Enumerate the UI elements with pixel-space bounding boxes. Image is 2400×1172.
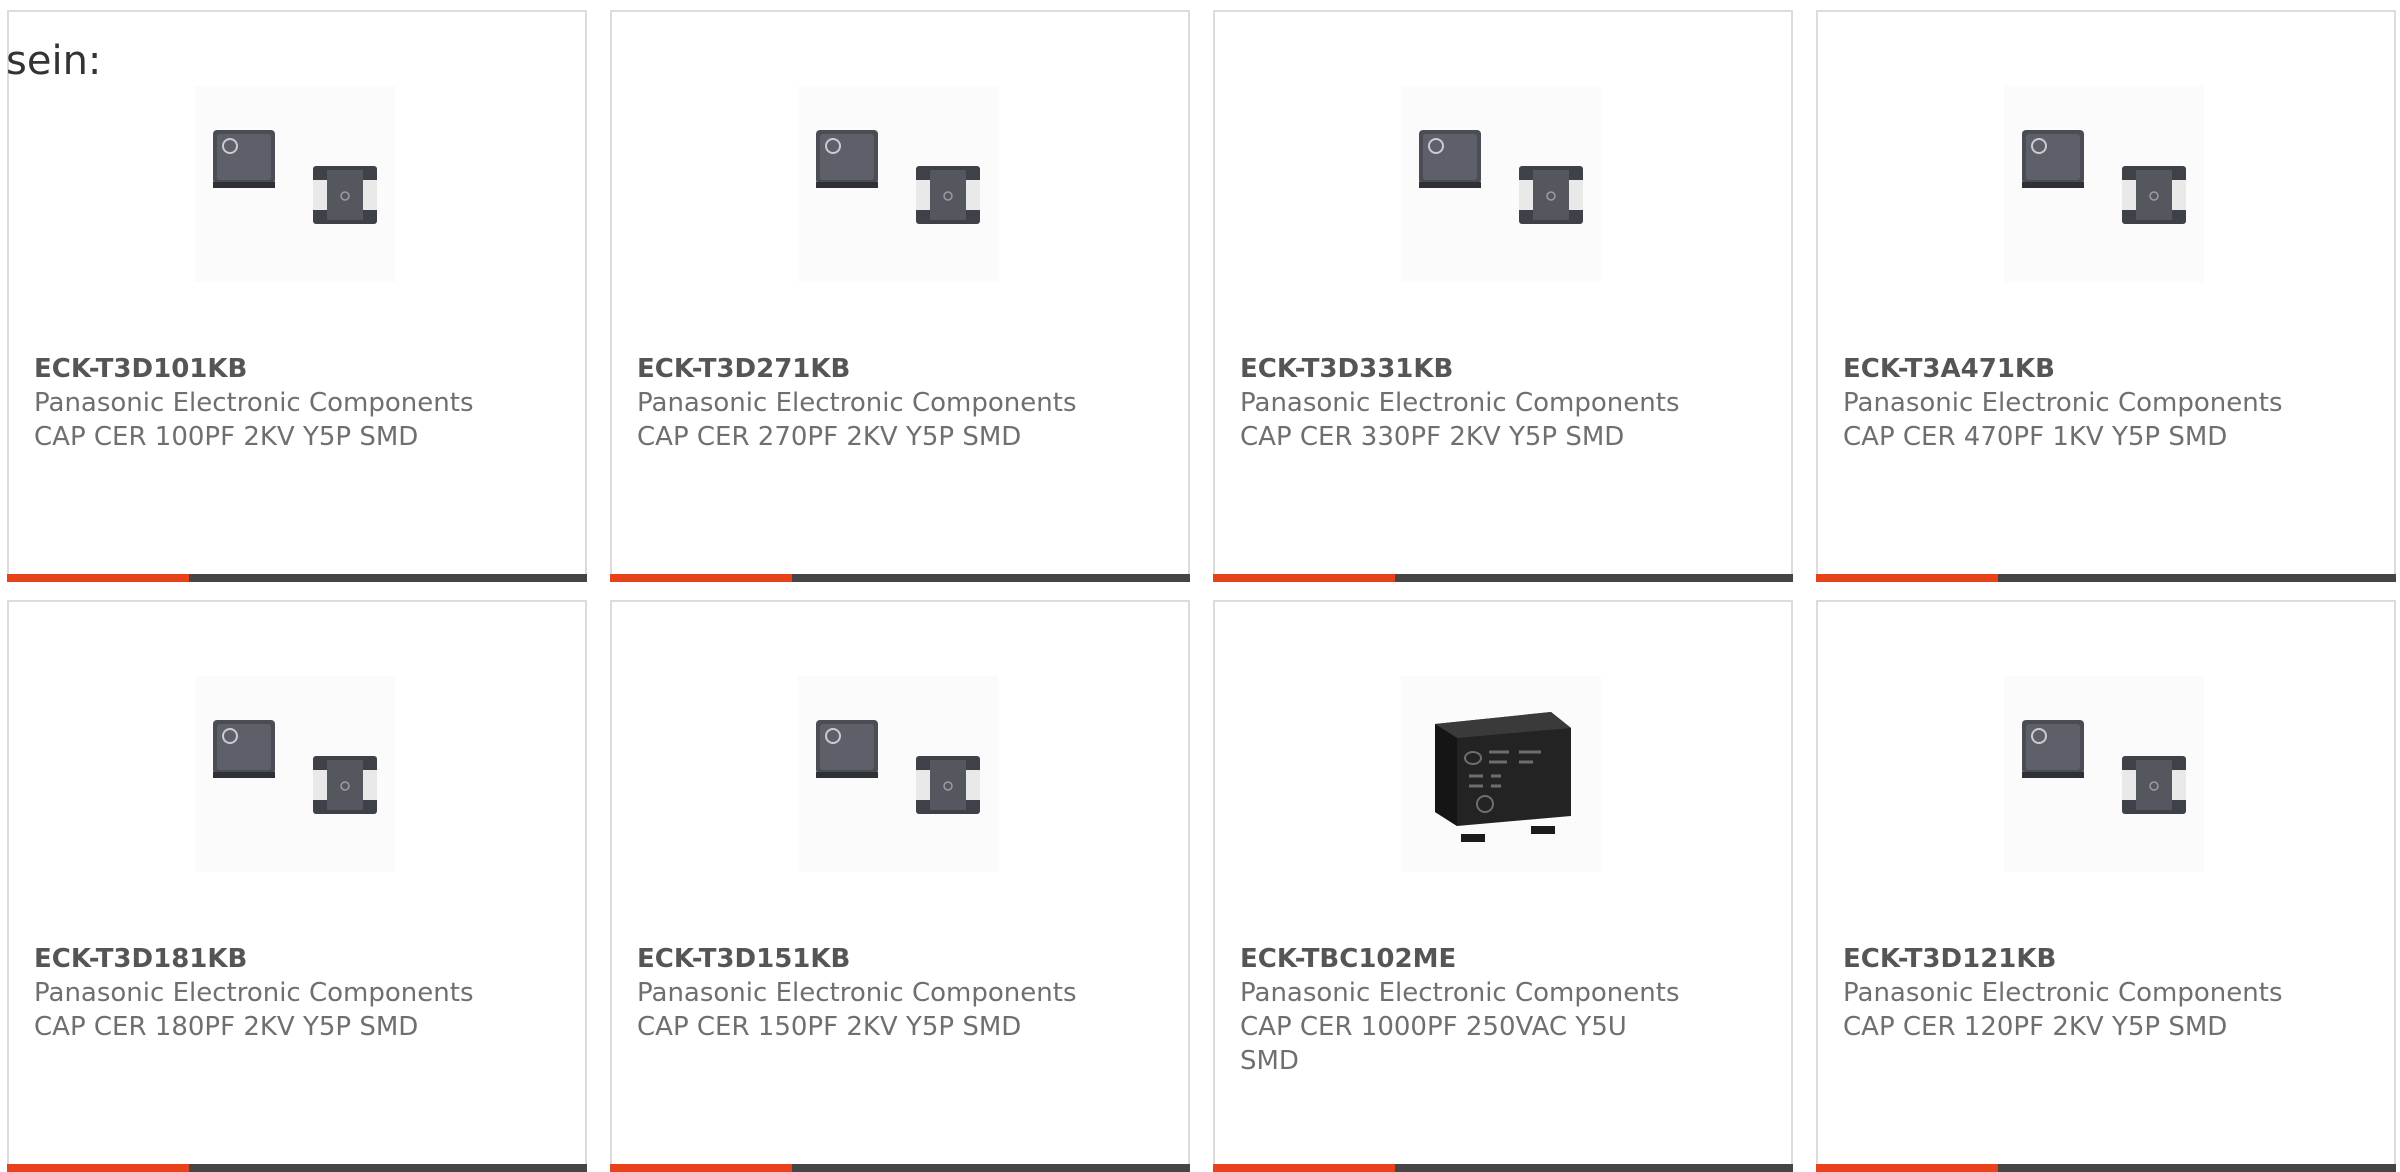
card-footer-bar (1213, 1164, 1793, 1172)
product-image[interactable] (2004, 86, 2204, 282)
capacitor-image-icon (2022, 720, 2186, 814)
card-footer-bar (7, 574, 587, 582)
product-description: CAP CER 330PF 2KV Y5P SMD (1240, 422, 1625, 452)
part-number-link[interactable]: ECK-T3D121KB (1843, 942, 2283, 976)
capacitor-image-icon (1419, 130, 1583, 224)
capacitor-image-icon (2022, 130, 2186, 224)
product-card[interactable]: ECK-T3D151KB Panasonic Electronic Compon… (610, 600, 1190, 1172)
product-description: CAP CER 180PF 2KV Y5P SMD (34, 1012, 419, 1042)
part-number-link[interactable]: ECK-T3D181KB (34, 942, 474, 976)
product-image[interactable] (798, 86, 998, 282)
product-image[interactable] (1401, 86, 1601, 282)
product-description: CAP CER 150PF 2KV Y5P SMD (637, 1012, 1022, 1042)
card-accent-bar (7, 1164, 189, 1172)
capacitor-image-icon (213, 720, 377, 814)
product-description: CAP CER 270PF 2KV Y5P SMD (637, 422, 1022, 452)
card-footer-bar (1816, 574, 2396, 582)
intro-text: sein: (6, 38, 102, 84)
card-footer-bar (7, 1164, 587, 1172)
product-card[interactable]: ECK-T3D101KB Panasonic Electronic Compon… (7, 10, 587, 582)
part-number-link[interactable]: ECK-T3D271KB (637, 352, 1077, 386)
product-image[interactable] (2004, 676, 2204, 872)
manufacturer-name: Panasonic Electronic Components (1240, 978, 1680, 1008)
card-accent-bar (610, 574, 792, 582)
card-accent-bar (1816, 1164, 1998, 1172)
product-description: CAP CER 470PF 1KV Y5P SMD (1843, 422, 2228, 452)
card-footer-bar (1816, 1164, 2396, 1172)
manufacturer-name: Panasonic Electronic Components (637, 388, 1077, 418)
product-grid: ECK-T3D101KB Panasonic Electronic Compon… (7, 10, 2400, 1172)
product-description: CAP CER 1000PF 250VAC Y5U SMD (1240, 1012, 1627, 1076)
card-accent-bar (610, 1164, 792, 1172)
manufacturer-name: Panasonic Electronic Components (34, 978, 474, 1008)
product-card[interactable]: ECK-T3D181KB Panasonic Electronic Compon… (7, 600, 587, 1172)
part-number-link[interactable]: ECK-T3A471KB (1843, 352, 2283, 386)
black-capacitor-image-icon (1435, 712, 1571, 842)
product-description: CAP CER 120PF 2KV Y5P SMD (1843, 1012, 2228, 1042)
capacitor-image-icon (816, 130, 980, 224)
card-footer-bar (610, 574, 1190, 582)
product-card[interactable]: ECK-TBC102ME Panasonic Electronic Compon… (1213, 600, 1793, 1172)
card-accent-bar (1816, 574, 1998, 582)
part-number-link[interactable]: ECK-TBC102ME (1240, 942, 1680, 976)
manufacturer-name: Panasonic Electronic Components (1843, 388, 2283, 418)
product-card[interactable]: ECK-T3D121KB Panasonic Electronic Compon… (1816, 600, 2396, 1172)
card-accent-bar (1213, 1164, 1395, 1172)
part-number-link[interactable]: ECK-T3D101KB (34, 352, 474, 386)
card-footer-bar (610, 1164, 1190, 1172)
card-footer-bar (1213, 574, 1793, 582)
part-number-link[interactable]: ECK-T3D151KB (637, 942, 1077, 976)
product-card[interactable]: ECK-T3D271KB Panasonic Electronic Compon… (610, 10, 1190, 582)
product-image[interactable] (1401, 676, 1601, 872)
manufacturer-name: Panasonic Electronic Components (637, 978, 1077, 1008)
product-image[interactable] (195, 86, 395, 282)
part-number-link[interactable]: ECK-T3D331KB (1240, 352, 1680, 386)
product-image[interactable] (798, 676, 998, 872)
capacitor-image-icon (816, 720, 980, 814)
product-description: CAP CER 100PF 2KV Y5P SMD (34, 422, 419, 452)
card-accent-bar (1213, 574, 1395, 582)
manufacturer-name: Panasonic Electronic Components (34, 388, 474, 418)
capacitor-image-icon (213, 130, 377, 224)
product-card[interactable]: ECK-T3D331KB Panasonic Electronic Compon… (1213, 10, 1793, 582)
card-accent-bar (7, 574, 189, 582)
product-image[interactable] (195, 676, 395, 872)
product-card[interactable]: ECK-T3A471KB Panasonic Electronic Compon… (1816, 10, 2396, 582)
manufacturer-name: Panasonic Electronic Components (1240, 388, 1680, 418)
manufacturer-name: Panasonic Electronic Components (1843, 978, 2283, 1008)
